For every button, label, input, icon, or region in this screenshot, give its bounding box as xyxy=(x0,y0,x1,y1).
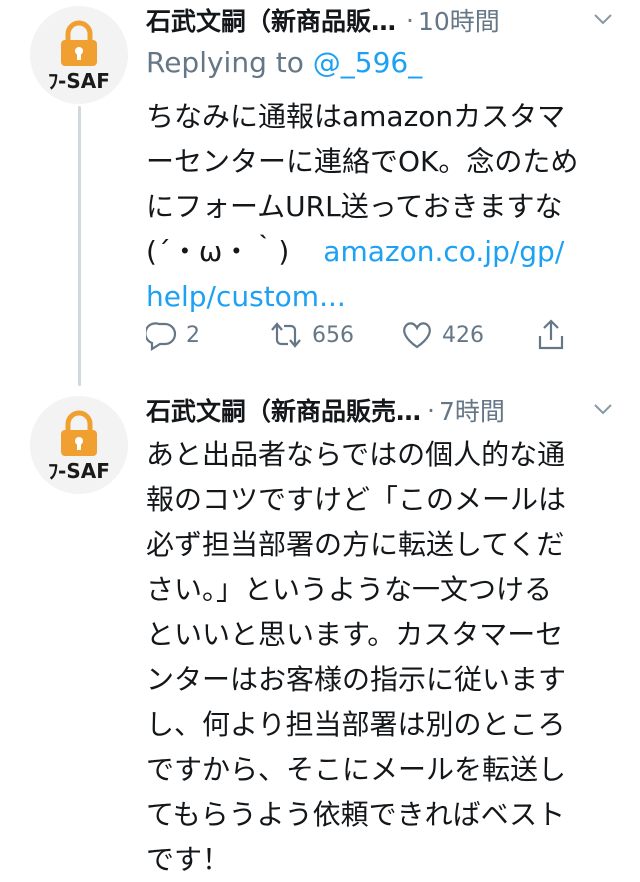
separator-dot: · xyxy=(406,5,414,35)
chevron-down-icon[interactable] xyxy=(592,398,614,420)
logo-text: ﾌ-SAF xyxy=(48,459,110,483)
like-count: 426 xyxy=(442,322,484,348)
reply-icon xyxy=(146,322,177,351)
tweet-text-line: 報のコツですけど「このメールは xyxy=(146,483,567,516)
reply-context: Replying to @_596_ xyxy=(146,46,422,79)
timestamp[interactable]: 7時間 xyxy=(439,392,505,428)
tweet-text-line: にフォームURL送っておきますな xyxy=(146,190,563,223)
timestamp[interactable]: 10時間 xyxy=(418,2,500,38)
tweet-text-line: てもらうよう依頼できればベスト xyxy=(146,798,566,831)
retweet-icon xyxy=(271,322,301,348)
tweet-text-line: help/custom... xyxy=(146,274,616,319)
tweet-1[interactable]: ﾌ-SAF 石武文嗣（新商品販… · 10時間 Replying to @_59… xyxy=(0,0,640,380)
avatar[interactable]: ﾌ-SAF xyxy=(30,6,128,104)
lock-logo-icon: ﾌ-SAF xyxy=(30,6,128,104)
tweet-text-line: ーセンターに連絡でOK。念のため xyxy=(146,145,579,178)
tweet-text-line: し、何より担当部署は別のところ xyxy=(146,708,566,741)
tweet-actions: 2 656 426 xyxy=(146,315,606,355)
heart-icon xyxy=(403,322,431,349)
logo-text: ﾌ-SAF xyxy=(48,69,110,93)
tweet-text: ちなみに通報はamazonカスタマ ーセンターに連絡でOK。念のため にフォーム… xyxy=(146,94,616,319)
tweet-header: 石武文嗣（新商品販… · 10時間 xyxy=(146,0,640,40)
tweet-text-line: ンターはお客様の指示に従います xyxy=(146,663,567,696)
share-button[interactable] xyxy=(536,318,566,352)
separator-dot: · xyxy=(427,395,435,425)
lock-logo-icon: ﾌ-SAF xyxy=(30,396,128,494)
share-icon xyxy=(538,319,564,350)
author-name[interactable]: 石武文嗣（新商品販売… xyxy=(146,392,421,428)
tweet-text-line: (´・ω・｀) amazon.co.jp/gp/ xyxy=(146,229,616,274)
chevron-down-icon[interactable] xyxy=(592,8,614,30)
tweet-text-line: ちなみに通報はamazonカスタマ xyxy=(146,100,566,133)
reply-button[interactable]: 2 xyxy=(146,319,268,351)
tweet-text-line: 必ず担当部署の方に転送してくだ xyxy=(146,528,565,561)
tweet-text-line: あと出品者ならではの個人的な通 xyxy=(146,438,566,471)
tweet-header: 石武文嗣（新商品販売… · 7時間 xyxy=(146,390,640,430)
tweet-text-line: です！ xyxy=(146,843,231,876)
tweet-text-line: といいと思います。カスタマーセ xyxy=(146,618,564,651)
url-link[interactable]: amazon.co.jp/gp/ xyxy=(323,235,564,268)
reply-handle-link[interactable]: @_596_ xyxy=(313,46,422,79)
emoticon-text: (´・ω・｀) xyxy=(146,235,290,268)
author-name[interactable]: 石武文嗣（新商品販… xyxy=(146,2,396,38)
tweet-text-line: さい。」というような一文つける xyxy=(146,573,553,606)
tweet-text: あと出品者ならではの個人的な通 報のコツですけど「このメールは 必ず担当部署の方… xyxy=(146,432,616,882)
reply-prefix: Replying to xyxy=(146,46,304,79)
tweet-text-line: ですから、そこにメールを転送し xyxy=(146,753,567,786)
retweet-button[interactable]: 656 xyxy=(268,319,400,351)
tweet-2[interactable]: ﾌ-SAF 石武文嗣（新商品販売… · 7時間 あと出品者ならではの個人的な通 … xyxy=(0,390,640,876)
retweet-count: 656 xyxy=(312,322,354,348)
url-link-continued[interactable]: help/custom... xyxy=(146,280,346,313)
reply-count: 2 xyxy=(186,322,200,348)
like-button[interactable]: 426 xyxy=(400,319,536,351)
avatar[interactable]: ﾌ-SAF xyxy=(30,396,128,494)
